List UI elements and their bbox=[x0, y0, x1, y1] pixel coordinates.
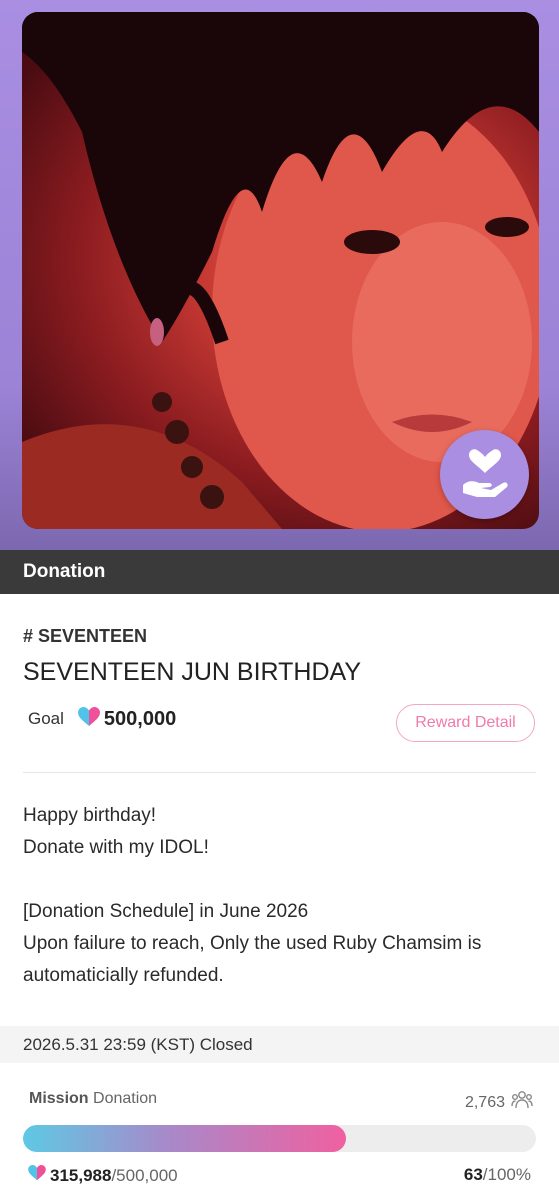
description-line: Upon failure to reach, Only the used Rub… bbox=[23, 933, 482, 986]
closed-text: 2026.5.31 23:59 (KST) Closed bbox=[23, 1034, 253, 1054]
goal-row: Goal 500,000 bbox=[28, 706, 176, 732]
mission-label-type: Donation bbox=[93, 1090, 158, 1107]
participants-value: 2,763 bbox=[464, 1093, 505, 1111]
campaign-description: Happy birthday! Donate with my IDOL! [Do… bbox=[23, 800, 538, 992]
heart-icon bbox=[28, 1165, 46, 1186]
divider bbox=[23, 772, 536, 773]
section-label: Donation bbox=[23, 561, 106, 582]
artist-tag[interactable]: # SEVENTEEN bbox=[23, 626, 147, 647]
amount-row: 315,988 /500,000 bbox=[28, 1165, 178, 1186]
description-line: [Donation Schedule] in June 2026 bbox=[23, 901, 309, 922]
goal-amount: /500,000 bbox=[111, 1165, 178, 1185]
section-header: Donation bbox=[0, 550, 559, 594]
percent-row: 63/100% bbox=[464, 1165, 531, 1185]
percent-value: 63 bbox=[463, 1165, 483, 1184]
description-line: Happy birthday! bbox=[23, 805, 157, 826]
mission-label-bold: Mission bbox=[29, 1090, 89, 1107]
heart-icon bbox=[77, 706, 100, 732]
progress-fill bbox=[23, 1125, 347, 1152]
goal-label: Goal bbox=[28, 709, 64, 728]
hero-banner bbox=[0, 0, 559, 550]
raised-amount: 315,988 bbox=[50, 1165, 112, 1185]
description-line: Donate with my IDOL! bbox=[23, 837, 209, 858]
goal-value: 500,000 bbox=[103, 707, 177, 730]
percent-suffix: /100% bbox=[482, 1165, 531, 1184]
mission-label: Mission Donation bbox=[29, 1090, 157, 1108]
donation-hand-heart-icon bbox=[440, 430, 529, 519]
participants-count: 2,763 bbox=[465, 1090, 533, 1115]
closed-status-bar: 2026.5.31 23:59 (KST) Closed bbox=[0, 1026, 559, 1063]
campaign-title: SEVENTEEN JUN BIRTHDAY bbox=[23, 658, 362, 686]
people-icon bbox=[505, 1090, 533, 1115]
donation-progress-bar bbox=[23, 1125, 536, 1152]
reward-detail-button[interactable]: Reward Detail bbox=[396, 704, 535, 742]
